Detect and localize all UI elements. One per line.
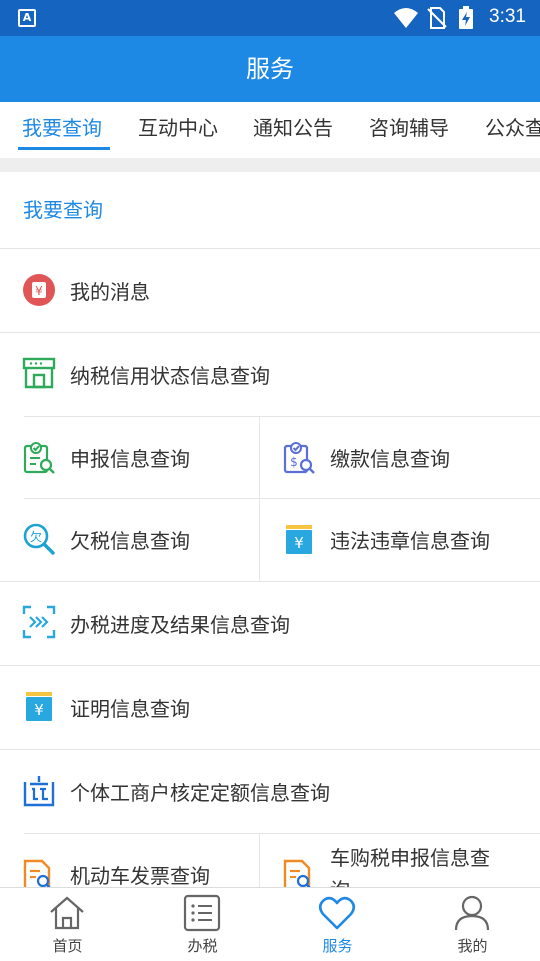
list-item-purchase-tax[interactable]: 车购税申报信息查 询 [260, 834, 530, 887]
list-item-credit-status[interactable]: 纳税信用状态信息查询 [0, 333, 540, 416]
nav-mine[interactable]: 我的 [405, 888, 540, 961]
user-icon [454, 895, 490, 931]
tab-query[interactable]: 我要查询 [22, 112, 102, 141]
active-tab-indicator [18, 147, 110, 150]
list-item-declaration-info[interactable]: 申报信息查询 [0, 417, 270, 498]
section-title: 我要查询 [23, 198, 103, 222]
nav-label: 服务 [322, 937, 353, 955]
yuan-certificate-icon: ¥ [26, 692, 52, 721]
list-item-label: 证明信息查询 [70, 697, 190, 721]
tab-consulting[interactable]: 咨询辅导 [369, 112, 449, 141]
list-item-label: 申报信息查询 [70, 447, 190, 471]
document-search-icon [23, 859, 51, 887]
progress-chevrons-icon [22, 605, 56, 639]
tab-public-query[interactable]: 公众查 [485, 112, 540, 141]
home-icon [50, 896, 84, 930]
list-icon [183, 894, 221, 932]
tab-interaction-center[interactable]: 互动中心 [138, 112, 218, 141]
nav-home[interactable]: 首页 [0, 888, 135, 961]
payment-search-icon: $ [283, 442, 315, 474]
list-item-violation-info[interactable]: ¥ 违法违章信息查询 [260, 499, 530, 581]
list-item-label: 缴款信息查询 [330, 447, 450, 471]
heart-icon [318, 896, 356, 930]
list-item-label: 机动车发票查询 [70, 864, 210, 887]
list-item-label-continued: 询 [330, 874, 350, 887]
list-item-certificate-info[interactable]: ¥ 证明信息查询 [0, 666, 540, 749]
battery-charging-icon [459, 6, 473, 29]
nav-tax[interactable]: 办税 [135, 888, 270, 961]
document-search-icon [283, 859, 311, 887]
page-title: 服务 [0, 36, 540, 102]
app-notification-icon: A [18, 9, 36, 27]
list-item-label: 违法违章信息查询 [330, 529, 490, 553]
nav-service[interactable]: 服务 [270, 888, 405, 961]
list-item-payment-info[interactable]: $ 缴款信息查询 [260, 417, 530, 498]
wifi-icon [394, 8, 418, 28]
status-bar: A 3:31 [0, 0, 540, 36]
list-item-label: 纳税信用状态信息查询 [70, 364, 270, 388]
nav-label: 办税 [187, 937, 218, 955]
list-item-label: 我的消息 [70, 280, 150, 304]
status-time: 3:31 [489, 6, 526, 27]
list-item-vehicle-invoice[interactable]: 机动车发票查询 [0, 834, 270, 887]
arrears-search-icon: 欠 [23, 523, 55, 555]
bottom-nav: 首页 办税 服务 我的 [0, 887, 540, 960]
section-divider [0, 158, 540, 172]
svg-text:欠: 欠 [30, 529, 42, 544]
no-sim-icon [427, 7, 447, 29]
svg-text:$: $ [290, 455, 298, 469]
list-item-progress-info[interactable]: 办税进度及结果信息查询 [0, 582, 540, 665]
storefront-icon [22, 357, 56, 389]
list-item-quota-info[interactable]: 个体工商户核定定额信息查询 [0, 750, 540, 833]
list-item-label: 欠税信息查询 [70, 529, 190, 553]
yuan-badge-icon: ¥ [23, 274, 55, 306]
clipboard-search-icon [23, 442, 55, 474]
nav-label: 首页 [52, 937, 83, 955]
nav-label: 我的 [457, 937, 488, 955]
tab-notices[interactable]: 通知公告 [253, 112, 333, 141]
yuan-card-icon: ¥ [286, 525, 312, 554]
quota-icon [23, 776, 55, 807]
list-item-label: 个体工商户核定定额信息查询 [70, 781, 330, 805]
list-item-arrears-info[interactable]: 欠 欠税信息查询 [0, 499, 270, 581]
list-item-label: 办税进度及结果信息查询 [70, 613, 290, 637]
svg-text:¥: ¥ [294, 534, 304, 552]
list-item-my-messages[interactable]: ¥ 我的消息 [0, 249, 540, 332]
list-item-label: 车购税申报信息查 [330, 846, 490, 870]
svg-text:¥: ¥ [34, 701, 44, 719]
svg-text:¥: ¥ [35, 284, 43, 298]
